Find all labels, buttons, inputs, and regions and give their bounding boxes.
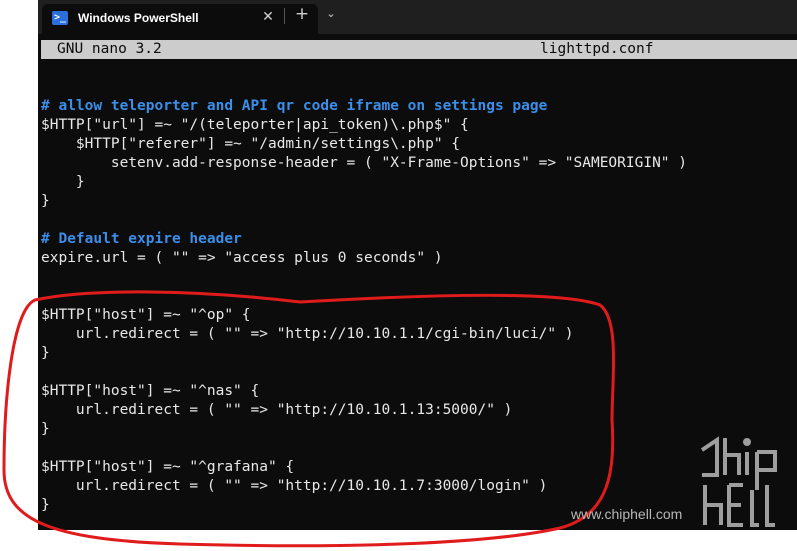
powershell-icon: >_ [52, 11, 68, 25]
tab-title: Windows PowerShell [78, 11, 199, 25]
code-line: } [41, 345, 50, 361]
code-line: url.redirect = ( "" => "http://10.10.1.7… [41, 478, 548, 494]
code-line: $HTTP["url"] =~ "/(teleporter|api_token)… [41, 117, 469, 133]
tab-windows-powershell[interactable]: >_ Windows PowerShell ✕ [42, 4, 318, 34]
chevron-down-icon[interactable]: ⌄ [323, 5, 339, 23]
window-tab-bar: >_ Windows PowerShell ✕ + ⌄ [38, 0, 797, 34]
nano-version: GNU nano 3.2 [57, 41, 162, 57]
code-line: } [41, 421, 50, 437]
code-line: setenv.add-response-header = ( "X-Frame-… [41, 155, 688, 171]
code-line: $HTTP["host"] =~ "^nas" { [41, 383, 260, 399]
code-line: url.redirect = ( "" => "http://10.10.1.1… [41, 326, 574, 342]
code-line: } [41, 174, 85, 190]
code-line: expire.url = ( "" => "access plus 0 seco… [41, 250, 443, 266]
code-line: $HTTP["host"] =~ "^op" { [41, 307, 251, 323]
new-tab-button[interactable]: + [293, 5, 311, 23]
nano-filename: lighttpd.conf [540, 41, 654, 57]
tab-divider [284, 8, 285, 24]
close-icon[interactable]: ✕ [260, 9, 276, 25]
editor-buffer[interactable]: # allow teleporter and API qr code ifram… [41, 97, 687, 515]
code-line: $HTTP["referer"] =~ "/admin/settings\.ph… [41, 136, 461, 152]
comment-line: # Default expire header [41, 231, 242, 247]
code-line: url.redirect = ( "" => "http://10.10.1.1… [41, 402, 513, 418]
code-line: $HTTP["host"] =~ "^grafana" { [41, 459, 295, 475]
watermark-text: www.chiphell.com [571, 506, 683, 522]
nano-title-bar: GNU nano 3.2 lighttpd.conf [41, 40, 797, 59]
comment-line: # allow teleporter and API qr code ifram… [41, 98, 548, 114]
terminal-window[interactable]: GNU nano 3.2 lighttpd.conf # allow telep… [38, 34, 797, 530]
code-line: } [41, 193, 50, 209]
